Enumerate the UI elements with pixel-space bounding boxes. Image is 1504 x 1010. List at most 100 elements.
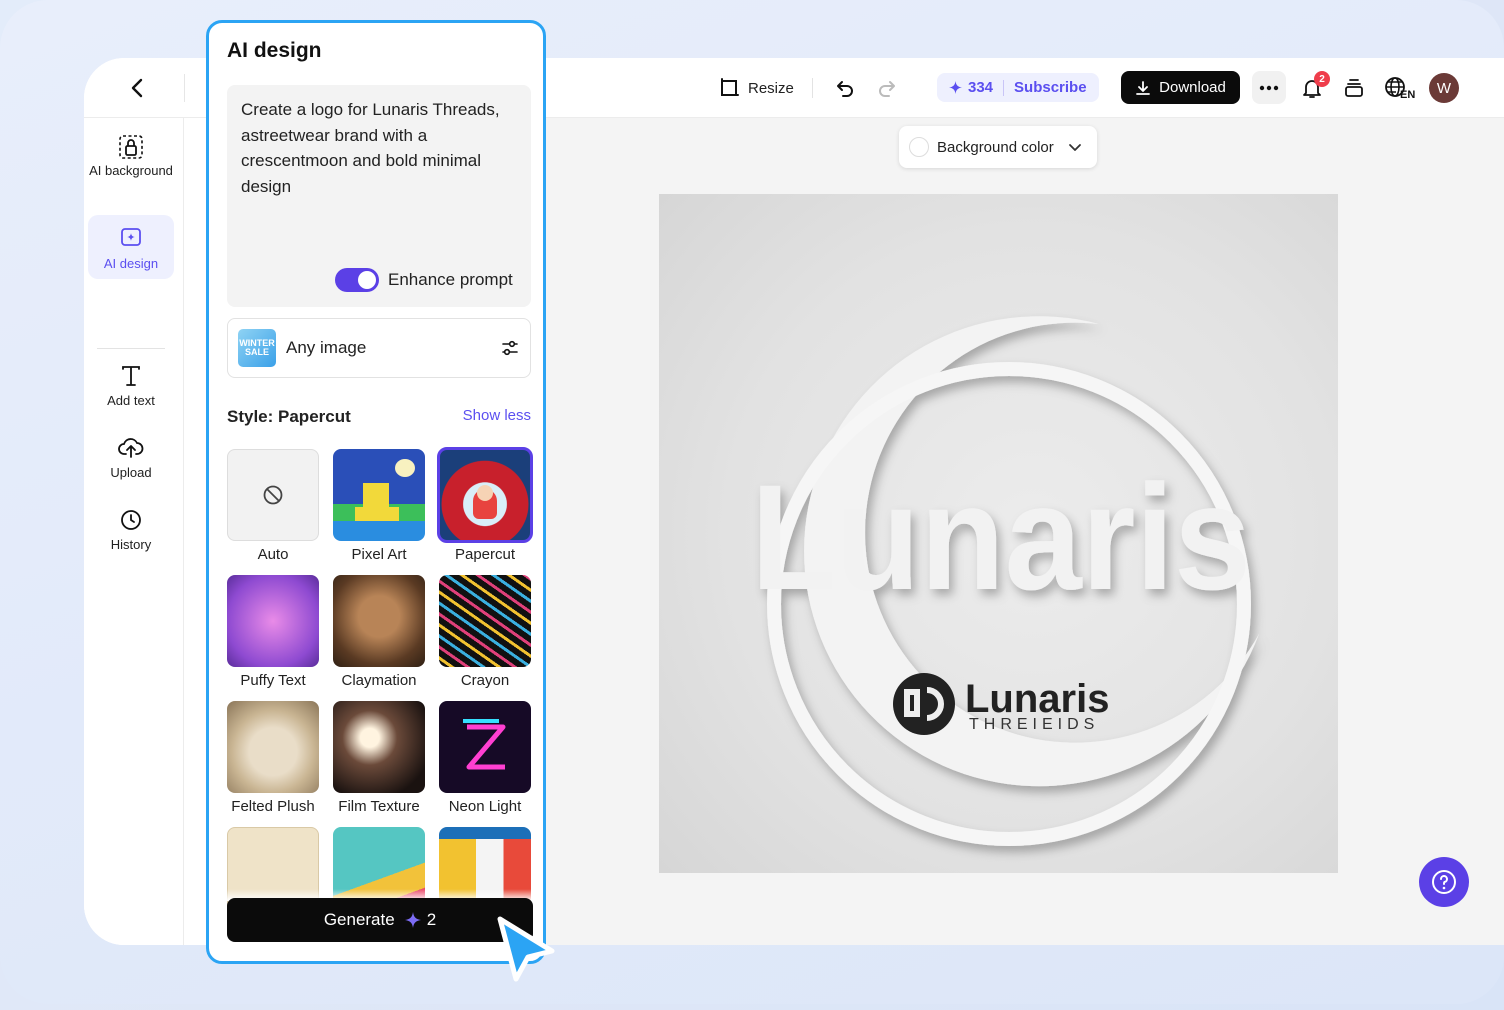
generate-label: Generate (323, 910, 395, 929)
ban-icon (263, 485, 283, 505)
notifications-button[interactable]: 2 (1298, 71, 1330, 102)
style-label: Film Texture (338, 798, 420, 815)
credits-subscribe[interactable]: 334 Subscribe (937, 73, 1099, 102)
subscribe-link[interactable]: Subscribe (1014, 79, 1087, 96)
sidebar-item-ai-background[interactable]: AI background (88, 134, 174, 202)
ai-background-icon (119, 135, 143, 159)
neon-z-graphic (463, 719, 506, 770)
style-tile-puffy-text[interactable]: Puffy Text (227, 575, 319, 689)
sparkle-icon (949, 81, 962, 94)
show-less-link[interactable]: Show less (463, 407, 531, 424)
style-thumbnail (227, 701, 319, 793)
divider (97, 348, 165, 349)
sidebar-item-history[interactable]: History (88, 508, 174, 558)
style-label: Crayon (460, 672, 510, 689)
style-label: Neon Light (448, 798, 522, 815)
generate-button[interactable]: Generate 2 (227, 898, 533, 942)
sidebar-item-ai-design[interactable]: AI design (88, 215, 174, 279)
sidebar-item-label: History (110, 537, 152, 552)
sidebar-item-label: Add text (107, 393, 155, 408)
color-swatch (909, 137, 929, 157)
sidebar-item-upload[interactable]: Upload (88, 436, 174, 486)
style-thumbnail (333, 449, 425, 541)
logo-main-text: Lunaris (751, 453, 1251, 621)
avatar[interactable]: W (1429, 73, 1459, 103)
style-thumbnail (333, 575, 425, 667)
upload-icon (118, 438, 144, 458)
enhance-prompt-toggle[interactable] (335, 268, 379, 292)
style-label: Claymation (341, 672, 417, 689)
generate-cost: 2 (426, 910, 437, 929)
sidebar-item-add-text[interactable]: Add text (88, 364, 174, 414)
logo-sub-text: THREIEIDS (969, 716, 1099, 733)
resize-button[interactable]: Resize (718, 58, 794, 118)
style-thumbnail (227, 575, 319, 667)
clock-icon (121, 510, 141, 530)
ai-design-panel: AI design Create a logo for Lunaris Thre… (206, 20, 546, 964)
resize-label: Resize (748, 79, 794, 97)
background-color-label: Background color (937, 138, 1054, 156)
redo-icon (879, 81, 895, 97)
enhance-prompt-label: Enhance prompt (388, 270, 513, 289)
style-label: Papercut (454, 546, 516, 563)
resize-icon (721, 78, 739, 96)
style-tile-neon-light[interactable]: Neon Light (439, 701, 531, 815)
style-label: Auto (257, 546, 289, 563)
prompt-textarea[interactable]: Create a logo for Lunaris Threads, astre… (227, 85, 531, 307)
style-tile-papercut[interactable]: Papercut (437, 447, 533, 563)
question-icon (1432, 870, 1456, 894)
divider (184, 74, 185, 102)
text-icon (122, 366, 140, 386)
sliders-icon[interactable] (500, 338, 520, 358)
logo-badge-text: Lunaris (965, 677, 1109, 721)
credit-count: 334 (968, 79, 994, 96)
left-sidebar: AI background AI design Add text Upload … (84, 118, 184, 945)
style-tile-auto[interactable]: Auto (227, 449, 319, 563)
download-label: Download (1159, 79, 1226, 96)
ai-design-icon (121, 228, 141, 246)
style-thumbnail (437, 447, 533, 543)
style-tile-crayon[interactable]: Crayon (439, 575, 531, 689)
undo-button[interactable] (834, 58, 856, 118)
style-thumbnail (227, 449, 319, 541)
style-tile-claymation[interactable]: Claymation (333, 575, 425, 689)
lunaris-logo-image: Lunaris Lunaris THREIEIDS (751, 316, 1259, 846)
back-button[interactable] (126, 76, 150, 100)
panel-title: AI design (227, 39, 322, 62)
image-type-label: Any image (286, 338, 367, 357)
redo-button[interactable] (876, 58, 898, 118)
background-color-dropdown[interactable]: Background color (899, 126, 1097, 168)
style-thumbnail (439, 575, 531, 667)
sparkle-icon (404, 912, 421, 928)
image-type-selector[interactable]: WINTER SALE Any image (227, 318, 531, 378)
style-thumbnail (333, 701, 425, 793)
pointer-cursor-icon (497, 916, 555, 982)
style-tile-film-texture[interactable]: Film Texture (333, 701, 425, 815)
language-code: EN (1400, 89, 1416, 101)
sidebar-item-label: AI background (89, 163, 173, 178)
style-label: Puffy Text (240, 672, 306, 689)
canvas-area: Background color Lunaris Lunaris THREIEI… (546, 118, 1504, 945)
style-tile-felted-plush[interactable]: Felted Plush (227, 701, 319, 815)
layers-button[interactable] (1340, 74, 1368, 102)
style-label: Felted Plush (231, 798, 315, 815)
download-button[interactable]: Download (1121, 71, 1240, 104)
sidebar-item-label: AI design (103, 256, 159, 271)
divider (812, 78, 813, 98)
notification-badge: 2 (1314, 71, 1330, 87)
divider (1003, 79, 1005, 96)
design-artboard[interactable]: Lunaris Lunaris THREIEIDS (659, 194, 1338, 873)
style-title: Style: Papercut (227, 407, 351, 426)
layers-icon (1345, 79, 1363, 97)
more-options-button[interactable] (1252, 71, 1286, 104)
style-thumbnail (439, 701, 531, 793)
undo-icon (837, 81, 853, 97)
prompt-text: Create a logo for Lunaris Threads, astre… (241, 100, 500, 196)
image-type-thumbnail: WINTER SALE (238, 329, 276, 367)
sidebar-item-label: Upload (110, 465, 152, 480)
help-button[interactable] (1419, 857, 1469, 907)
ellipsis-icon (1259, 85, 1279, 90)
download-icon (1136, 80, 1151, 95)
style-label: Pixel Art (351, 546, 407, 563)
style-tile-pixel-art[interactable]: Pixel Art (333, 449, 425, 563)
